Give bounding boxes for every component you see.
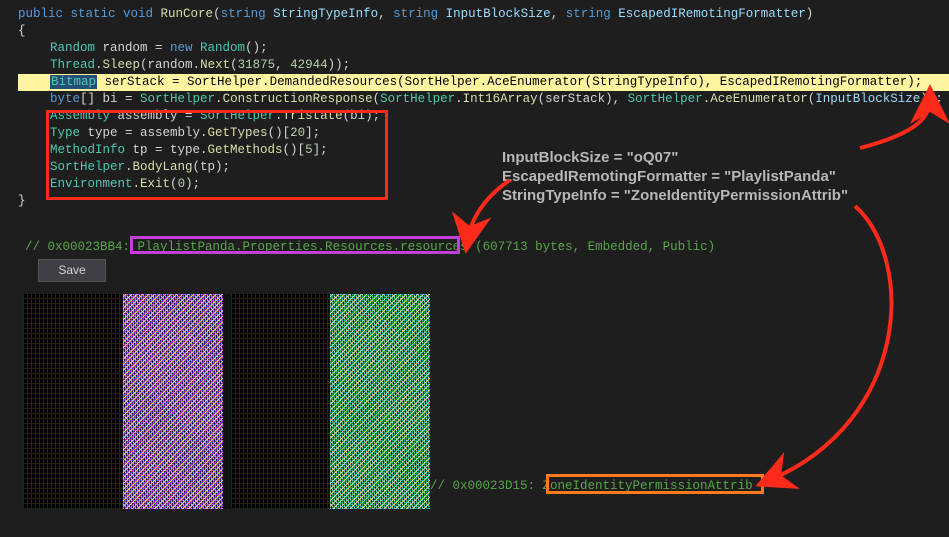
line-random: Random random = new Random(); [18,40,949,57]
param-escapediremotingformatter: EscapedIRemotingFormatter [618,7,806,21]
param-inputblocksize: InputBlockSize [446,7,551,21]
anno-escapediremotingformatter: EscapedIRemotingFormatter = "PlaylistPan… [502,167,848,186]
save-button[interactable]: Save [38,259,106,282]
highlight-box-assembly-load [46,110,388,200]
embedded-resource-preview [23,294,430,509]
brace-open: { [18,23,949,40]
param-stringtypeinfo: StringTypeInfo [273,7,378,21]
anno-inputblocksize: InputBlockSize = "oQ07" [502,148,848,167]
method-runcore: RunCore [161,7,214,21]
anno-stringtypeinfo: StringTypeInfo = "ZoneIdentityPermission… [502,186,848,205]
line-thread-sleep: Thread.Sleep(random.Next(31875, 42944)); [18,57,949,74]
line-bitmap: Bitmap serStack = SortHelper.DemandedRes… [18,74,949,91]
arrow-to-zoneidentity [770,206,891,480]
annotation-values: InputBlockSize = "oQ07" EscapedIRemoting… [502,148,848,205]
noise-segment-4 [330,294,430,509]
kw-public: public [18,7,71,21]
noise-bar [223,294,231,509]
highlight-box-resource-name [130,236,460,254]
highlight-box-zoneidentity [546,474,764,494]
noise-segment-2 [123,294,223,509]
noise-segment-3 [231,294,331,509]
selected-bitmap: Bitmap [50,75,97,89]
noise-segment-1 [23,294,123,509]
line-byte-bi: byte[] bi = SortHelper.ConstructionRespo… [18,91,949,108]
kw-void: void [123,7,161,21]
method-signature: public static void RunCore(string String… [18,6,949,23]
kw-static: static [71,7,124,21]
